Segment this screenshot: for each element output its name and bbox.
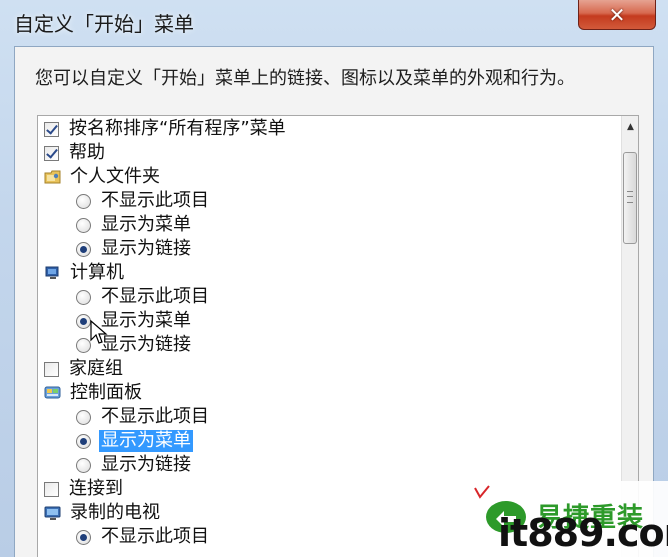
arrow-up-icon: ▲: [627, 122, 634, 132]
dialog-window: 自定义「开始」菜单 ✕ 您可以自定义「开始」菜单上的链接、图标以及菜单的外观和行…: [0, 0, 668, 557]
sort-all-programs-label: 按名称排序“所有程序”菜单: [69, 118, 286, 139]
personal-folder-choice-menu[interactable]: 显示为菜单: [76, 213, 193, 237]
choice-label: 不显示此项目: [101, 406, 209, 427]
scroll-thumb[interactable]: [623, 152, 637, 244]
computer-radio-menu[interactable]: [76, 313, 91, 329]
personal-folder-radio-hide[interactable]: [76, 193, 91, 209]
choice-label: 显示为菜单: [101, 310, 191, 331]
computer-choice-hide[interactable]: 不显示此项目: [76, 285, 211, 309]
mouse-cursor-icon: [90, 320, 108, 344]
personal-folder-category: 个人文件夹: [44, 165, 162, 189]
control-panel-radio-link[interactable]: [76, 457, 91, 473]
connect-to-label: 连接到: [69, 478, 123, 499]
recorded-tv-choice-hide[interactable]: 不显示此项目: [76, 525, 211, 549]
help-checkbox[interactable]: [44, 145, 59, 161]
grip-icon: [627, 191, 633, 203]
control-panel-choice-hide[interactable]: 不显示此项目: [76, 405, 211, 429]
close-icon: ✕: [608, 2, 626, 27]
choice-label: 显示为菜单: [101, 214, 191, 235]
recorded-tv-radio-hide[interactable]: [76, 529, 91, 545]
help-label: 帮助: [69, 142, 105, 163]
tv-icon: [44, 506, 61, 520]
computer-icon: [45, 266, 59, 279]
personal-folder-choice-hide[interactable]: 不显示此项目: [76, 189, 211, 213]
computer-label: 计算机: [70, 262, 124, 283]
watermark-domain-text: it889.com: [498, 511, 668, 555]
homegroup-label: 家庭组: [69, 358, 123, 379]
control-panel-category: 控制面板: [44, 381, 144, 405]
personal-folder-radio-link[interactable]: [76, 241, 91, 257]
choice-label: 不显示此项目: [101, 526, 209, 547]
computer-radio-hide[interactable]: [76, 289, 91, 305]
control-panel-label: 控制面板: [70, 382, 142, 403]
window-title: 自定义「开始」菜单: [14, 12, 194, 36]
control-panel-icon: [44, 386, 61, 399]
choice-label: 不显示此项目: [101, 286, 209, 307]
personal-folder-radio-menu[interactable]: [76, 217, 91, 233]
personal-folder-choice-link[interactable]: 显示为链接: [76, 237, 193, 261]
connect-to-option[interactable]: 连接到: [44, 477, 125, 501]
description-text: 您可以自定义「开始」菜单上的链接、图标以及菜单的外观和行为。: [35, 68, 575, 89]
homegroup-checkbox[interactable]: [44, 361, 59, 377]
computer-category: 计算机: [44, 261, 126, 285]
control-panel-choice-menu[interactable]: 显示为菜单: [76, 429, 193, 453]
choice-label: 显示为链接: [101, 238, 191, 259]
choice-label: 显示为链接: [101, 334, 191, 355]
folder-icon: [44, 170, 61, 184]
recorded-tv-category: 录制的电视: [44, 501, 162, 525]
choice-label-selected: 显示为菜单: [99, 430, 193, 452]
control-panel-choice-link[interactable]: 显示为链接: [76, 453, 193, 477]
help-option[interactable]: 帮助: [44, 141, 107, 165]
personal-folder-label: 个人文件夹: [70, 166, 160, 187]
choice-label: 显示为链接: [101, 454, 191, 475]
computer-radio-link[interactable]: [76, 337, 91, 353]
recorded-tv-label: 录制的电视: [70, 502, 160, 523]
control-panel-radio-menu[interactable]: [76, 433, 91, 449]
watermark-logo: 易捷重装 it889.com: [466, 481, 668, 557]
close-button[interactable]: ✕: [578, 0, 656, 30]
title-bar: 自定义「开始」菜单 ✕: [0, 0, 668, 46]
control-panel-radio-hide[interactable]: [76, 409, 91, 425]
homegroup-option[interactable]: 家庭组: [44, 357, 125, 381]
sort-all-programs-option[interactable]: 按名称排序“所有程序”菜单: [44, 117, 288, 141]
sort-all-programs-checkbox[interactable]: [44, 121, 59, 137]
connect-to-checkbox[interactable]: [44, 481, 59, 497]
choice-label: 不显示此项目: [101, 190, 209, 211]
scroll-up-button[interactable]: ▲: [622, 116, 638, 138]
